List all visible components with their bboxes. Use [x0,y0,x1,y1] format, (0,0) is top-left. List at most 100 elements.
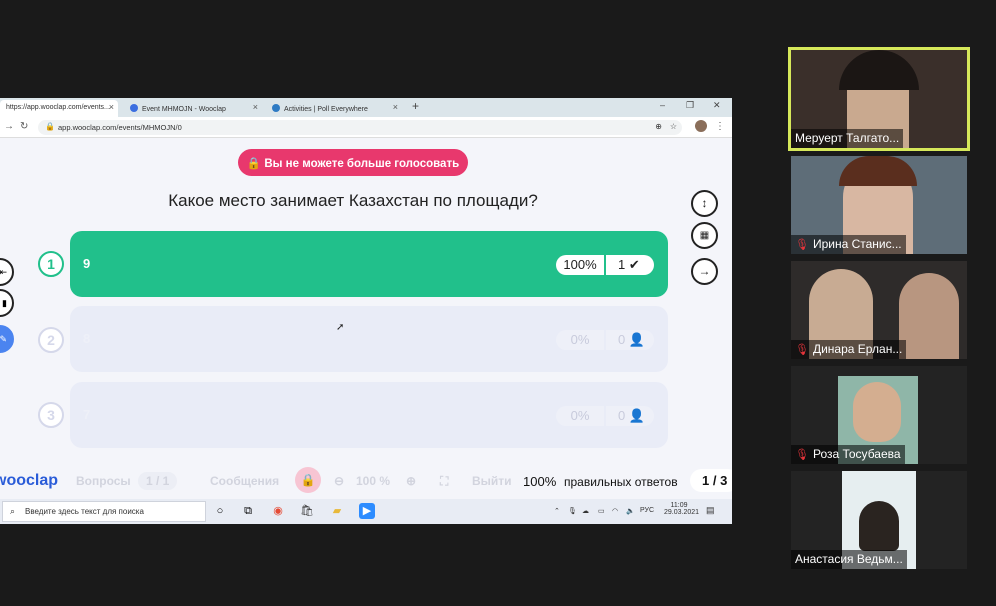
questions-button[interactable]: Вопросы [76,474,131,488]
participant-tile[interactable]: Анастасия Ведьм... [791,471,967,569]
participant-tile[interactable]: 🎙 Роза Тосубаева [791,366,967,464]
participant-face [853,382,901,442]
reload-icon[interactable]: ↻ [20,121,28,132]
muted-mic-icon: 🎙 [795,449,809,461]
locked-text: Вы не можете больше голосовать [264,158,460,170]
shared-screen: https://app.wooclap.com/events... × Even… [0,98,732,524]
participant-name: 🎙 Динара Ерлан... [791,340,907,359]
clock-time: 11:09 [670,502,688,509]
question-title: Какое место занимает Казахстан по площад… [168,191,538,210]
cloud-icon: ☁ [582,508,589,515]
browser-tab[interactable]: https://app.wooclap.com/events... × [0,100,118,117]
close-tab-icon[interactable]: × [393,102,398,112]
participant-hair [839,50,919,90]
mic-tray-icon: 🎙 [568,508,577,515]
profile-avatar[interactable] [695,120,707,132]
polleverywhere-favicon-icon [272,104,280,112]
close-window-icon[interactable]: ✕ [713,100,721,111]
taskbar-search[interactable]: ⌕ Введите здесь текст для поиска [2,501,206,522]
battery-icon: ▭ [598,508,605,515]
browser-tab[interactable]: Activities | Poll Everywhere × [266,100,402,117]
correct-label: правильных ответов [564,475,678,489]
participant-hair [839,156,917,186]
option-number: 3 [38,402,64,428]
maximize-icon[interactable]: ❐ [686,100,694,111]
reorder-icon[interactable]: ↕ [691,190,718,217]
participant-name: 🎙 Ирина Станис... [791,235,906,254]
tab-label: Activities | Poll Everywhere [284,106,368,113]
muted-mic-icon: 🎙 [795,239,809,251]
zoom-in-icon[interactable]: ⊕ [406,474,416,488]
close-tab-icon[interactable]: × [253,102,258,112]
participant-video [899,273,959,359]
voting-locked-banner: 🔒 Вы не можете больше голосовать [238,149,468,176]
messages-button[interactable]: Сообщения [210,474,279,488]
option-label: 9 [83,256,91,271]
language-indicator[interactable]: РУС [640,507,654,514]
menu-dots-icon[interactable]: ⋮ [715,121,725,132]
zoom-app-icon[interactable]: ▶ [359,503,375,519]
edit-icon[interactable]: ✎ [0,325,14,353]
url-field[interactable]: 🔒 app.wooclap.com/events/MHMOJN/0 ⊕ ☆ [38,120,682,135]
participant-name: Меруерт Талгато... [791,129,904,148]
option-number: 2 [38,327,64,353]
option-count: 0 👤 [606,330,654,350]
collapse-icon[interactable]: ⇤ [0,258,14,286]
search-placeholder: Введите здесь текст для поиска [25,507,144,516]
windows-taskbar: ⌕ Введите здесь текст для поиска ○ ⧉ ◉ 🛍… [0,499,732,524]
forward-icon[interactable]: → [4,121,14,132]
participant-tile[interactable]: 🎙 Динара Ерлан... [791,261,967,359]
participant-tile[interactable]: 🎙 Ирина Станис... [791,156,967,254]
tray-chevron-icon[interactable]: ⌃ [554,507,560,515]
option-percent: 0% [556,330,604,350]
fullscreen-icon[interactable]: ⛶ [440,474,448,489]
participant-tile[interactable]: Меруерт Талгато... [788,47,970,151]
mouse-cursor-icon: ➚ [336,322,345,333]
answer-option[interactable]: 7 0% 0 👤 [70,382,668,448]
option-label: 7 [83,407,91,422]
zoom-out-icon[interactable]: ⊖ [334,474,344,488]
cortana-icon[interactable]: ○ [212,503,228,519]
participant-face [859,501,899,551]
checkmark-icon: ✔ [628,257,640,272]
slide-pager[interactable]: 1 / 3 [690,469,732,492]
option-count: 1 ✔ [606,255,654,275]
lock-toggle-icon[interactable]: 🔒 [295,467,321,493]
tab-label: Event MHMOJN - Wooclap [142,106,226,113]
chart-icon[interactable]: ▮ [0,289,14,317]
qr-code-icon[interactable]: ▦ [691,222,718,249]
task-view-icon[interactable]: ⧉ [240,503,256,519]
presenter-toolbar: wooclap Вопросы 1 / 1 Сообщения 🔒 ⊖ 100 … [0,463,732,499]
tab-label: https://app.wooclap.com/events... [6,104,110,111]
search-icon: ⌕ [10,506,16,516]
participant-name: Анастасия Ведьм... [791,550,907,569]
clock[interactable]: 11:09 29.03.2021 [664,502,700,516]
store-icon[interactable]: 🛍 [299,503,315,519]
close-tab-icon[interactable]: × [109,102,114,112]
star-icon[interactable]: ☆ [670,122,677,131]
url-text: app.wooclap.com/events/MHMOJN/0 [58,123,182,132]
next-arrow-icon[interactable]: → [691,258,718,285]
answer-option[interactable]: 8 0% 0 👤 [70,306,668,372]
correct-percent: 100% [523,474,557,489]
browser-tab[interactable]: Event MHMOJN - Wooclap × [124,100,262,117]
answer-option[interactable]: 9 100% 1 ✔ [70,231,668,297]
notifications-icon[interactable]: ▤ [706,505,715,516]
zoom-icon[interactable]: ⊕ [655,122,662,131]
chrome-icon[interactable]: ◉ [270,503,286,519]
questions-pager[interactable]: 1 / 1 [138,472,178,490]
clock-date: 29.03.2021 [664,509,700,516]
exit-button[interactable]: Выйти [472,474,512,488]
explorer-icon[interactable]: ▰ [329,503,345,519]
browser-tab-bar: https://app.wooclap.com/events... × Even… [0,98,732,117]
user-icon: 👤 [628,332,646,347]
wooclap-favicon-icon [130,104,138,112]
volume-icon: 🔈 [626,508,635,515]
option-count: 0 👤 [606,406,654,426]
minimize-icon[interactable]: – [660,100,665,110]
muted-mic-icon: 🎙 [795,344,809,356]
address-bar: → ↻ 🔒 app.wooclap.com/events/MHMOJN/0 ⊕ … [0,117,732,138]
option-number: 1 [38,251,64,277]
new-tab-button[interactable]: + [412,99,419,113]
participant-name: 🎙 Роза Тосубаева [791,445,905,464]
